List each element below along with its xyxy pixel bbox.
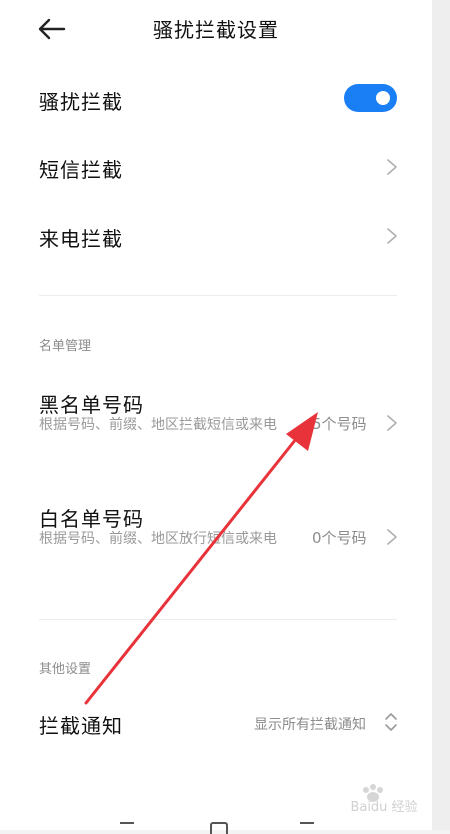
divider bbox=[39, 619, 397, 620]
blacklist-count: 5个号码 bbox=[312, 415, 367, 433]
whitelist-description: 根据号码、前缀、地区放行短信或来电 bbox=[39, 531, 277, 547]
edge-strip bbox=[432, 0, 450, 830]
back-nav-icon[interactable] bbox=[300, 822, 314, 834]
notification-label: 拦截通知 bbox=[39, 714, 123, 738]
whitelist-count: 0个号码 bbox=[312, 529, 367, 547]
settings-page: 骚扰拦截设置 骚扰拦截 短信拦截 来电拦截 名单管理 黑名单号码 根据号码、前缀… bbox=[0, 0, 432, 834]
section-title-other-settings: 其他设置 bbox=[39, 662, 92, 677]
chevron-right-icon bbox=[387, 529, 397, 545]
sms-block-row[interactable]: 短信拦截 bbox=[0, 140, 432, 194]
blacklist-row[interactable]: 黑名单号码 根据号码、前缀、地区拦截短信或来电 5个号码 bbox=[0, 380, 432, 470]
section-title-list-management: 名单管理 bbox=[39, 339, 92, 354]
page-title: 骚扰拦截设置 bbox=[153, 18, 279, 42]
header: 骚扰拦截设置 bbox=[0, 0, 432, 58]
chevron-right-icon bbox=[387, 415, 397, 431]
harassment-block-label: 骚扰拦截 bbox=[39, 90, 123, 114]
chevron-up-down-icon bbox=[385, 713, 397, 731]
home-nav-icon[interactable] bbox=[210, 822, 228, 834]
chevron-right-icon bbox=[387, 228, 397, 244]
chevron-right-icon bbox=[387, 159, 397, 175]
call-block-label: 来电拦截 bbox=[39, 227, 123, 251]
baidu-watermark: Baidu 经验 bbox=[336, 778, 432, 815]
notification-row[interactable]: 拦截通知 显示所有拦截通知 bbox=[0, 696, 432, 750]
whitelist-row[interactable]: 白名单号码 根据号码、前缀、地区放行短信或来电 0个号码 bbox=[0, 494, 432, 584]
harassment-block-toggle[interactable] bbox=[344, 84, 397, 112]
sms-block-label: 短信拦截 bbox=[39, 158, 123, 182]
toggle-knob bbox=[376, 91, 390, 105]
notification-value: 显示所有拦截通知 bbox=[254, 717, 366, 733]
blacklist-description: 根据号码、前缀、地区拦截短信或来电 bbox=[39, 417, 277, 433]
divider bbox=[39, 295, 397, 296]
menu-nav-icon[interactable] bbox=[120, 822, 134, 834]
watermark-text: Baidu 经验 bbox=[350, 800, 418, 815]
call-block-row[interactable]: 来电拦截 bbox=[0, 209, 432, 263]
